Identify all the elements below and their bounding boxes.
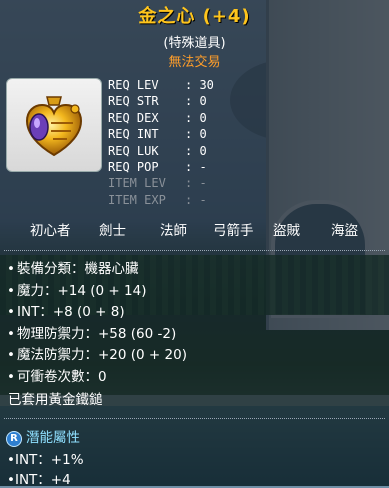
job-thief: 盜賊 bbox=[273, 223, 300, 239]
requirement-row: ITEM LEV : - bbox=[108, 176, 214, 192]
job-magician: 法師 bbox=[160, 223, 187, 239]
bullet-icon: • bbox=[7, 452, 15, 468]
requirement-label: REQ INT bbox=[108, 127, 159, 142]
requirement-label: REQ DEX bbox=[108, 110, 159, 125]
stat-line: • 魔法防禦力：+20 (0 + 20) bbox=[7, 347, 187, 363]
potential-line: •INT：+1% bbox=[7, 452, 84, 468]
requirement-value: : 0 bbox=[185, 143, 207, 158]
job-warrior: 劍士 bbox=[99, 223, 126, 239]
bullet-icon: • bbox=[7, 261, 15, 277]
requirement-label: REQ LEV bbox=[108, 78, 159, 92]
stat-list: • 裝備分類：機器心臟 • 魔力：+14 (0 + 14) • INT：+8 (0 +… bbox=[7, 257, 187, 386]
golden-heart-icon bbox=[25, 96, 83, 157]
requirement-row: REQ STR : 0 bbox=[108, 94, 214, 110]
requirement-row: REQ LEV : 30 bbox=[108, 78, 214, 94]
rare-rank-icon: R bbox=[6, 431, 22, 447]
requirement-label: REQ STR bbox=[108, 94, 159, 109]
requirement-row: REQ INT : 0 bbox=[108, 127, 214, 143]
requirement-row: REQ POP : - bbox=[108, 160, 214, 176]
requirement-row: ITEM EXP : - bbox=[108, 193, 214, 209]
potential-line: •INT：+4 bbox=[7, 472, 71, 488]
bullet-icon: • bbox=[7, 325, 15, 342]
requirement-value: : - bbox=[185, 159, 207, 174]
stat-line: • INT：+8 (0 + 8) bbox=[7, 304, 125, 320]
job-pirate: 海盜 bbox=[331, 223, 358, 239]
bullet-icon: • bbox=[7, 368, 15, 385]
requirement-value: : - bbox=[185, 192, 207, 207]
stat-line: • 可衝卷次數：0 bbox=[7, 368, 107, 385]
job-beginner: 初心者 bbox=[30, 223, 71, 239]
enhancement-note: 已套用黃金鐵鎚 bbox=[8, 392, 103, 408]
requirements-list: REQ LEV : 30 REQ STR : 0 REQ DEX : 0 REQ INT : … bbox=[108, 78, 214, 209]
requirement-value: : - bbox=[185, 176, 207, 191]
potential-list: •INT：+1% •INT：+4 bbox=[7, 448, 84, 488]
bullet-icon: • bbox=[7, 282, 15, 299]
stat-line: • 物理防禦力：+58 (60 -2) bbox=[7, 325, 177, 342]
requirement-label: ITEM LEV bbox=[108, 176, 166, 191]
stat-line: • 裝備分類：機器心臟 bbox=[7, 261, 139, 277]
requirement-label: REQ LUK bbox=[108, 143, 159, 158]
trade-restriction: 無法交易 bbox=[168, 55, 221, 70]
job-list: 初心者 劍士 法師 弓箭手 盜賊 海盜 bbox=[0, 219, 389, 241]
requirement-label: REQ POP bbox=[108, 159, 159, 174]
requirement-value: : 0 bbox=[185, 110, 207, 125]
potential-title: 潛能屬性 bbox=[26, 430, 80, 446]
item-tooltip: 金之心 (+4) (特殊道具) 無法交易 REQ LEV : 30 REQ STR:… bbox=[0, 0, 389, 488]
item-type: (特殊道具) bbox=[163, 36, 226, 51]
requirement-value: : 0 bbox=[185, 127, 207, 142]
bullet-icon: • bbox=[7, 304, 15, 320]
divider bbox=[4, 250, 385, 251]
stat-line: • 魔力：+14 (0 + 14) bbox=[7, 282, 147, 299]
divider bbox=[4, 418, 385, 419]
item-name: 金之心 (+4) bbox=[138, 6, 251, 27]
job-bowman: 弓箭手 bbox=[213, 223, 254, 239]
requirement-row: REQ LUK : 0 bbox=[108, 144, 214, 160]
requirement-label: ITEM EXP bbox=[108, 192, 166, 207]
item-icon-frame bbox=[6, 78, 102, 172]
requirement-row: REQ DEX : 0 bbox=[108, 111, 214, 127]
requirement-value: : 30 bbox=[185, 78, 214, 92]
requirement-value: : 0 bbox=[185, 94, 207, 109]
potential-header: R 潛能屬性 bbox=[6, 426, 80, 447]
bullet-icon: • bbox=[7, 347, 15, 363]
